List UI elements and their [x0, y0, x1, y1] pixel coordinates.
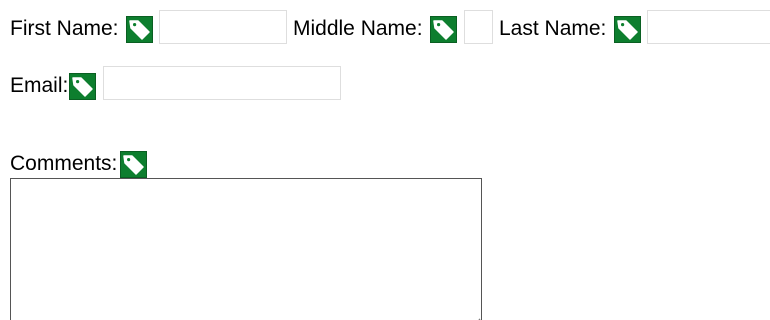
first-name-tag-icon[interactable] [126, 16, 153, 43]
last-name-input[interactable] [647, 10, 770, 44]
middle-name-label: Middle Name: [293, 17, 423, 40]
middle-name-tag-icon[interactable] [430, 16, 457, 43]
middle-name-input[interactable] [464, 10, 493, 44]
comments-textarea[interactable] [10, 178, 482, 320]
email-tag-icon[interactable] [69, 73, 96, 100]
contact-form: First Name: Middle Name: Last Name: Emai… [0, 0, 770, 320]
email-label: Email: [10, 74, 69, 97]
comments-tag-icon[interactable] [120, 151, 147, 178]
first-name-label: First Name: [10, 17, 119, 40]
last-name-tag-icon[interactable] [614, 16, 641, 43]
last-name-label: Last Name: [499, 17, 607, 40]
first-name-input[interactable] [159, 10, 287, 44]
email-input[interactable] [103, 66, 341, 100]
comments-label: Comments: [10, 152, 118, 175]
